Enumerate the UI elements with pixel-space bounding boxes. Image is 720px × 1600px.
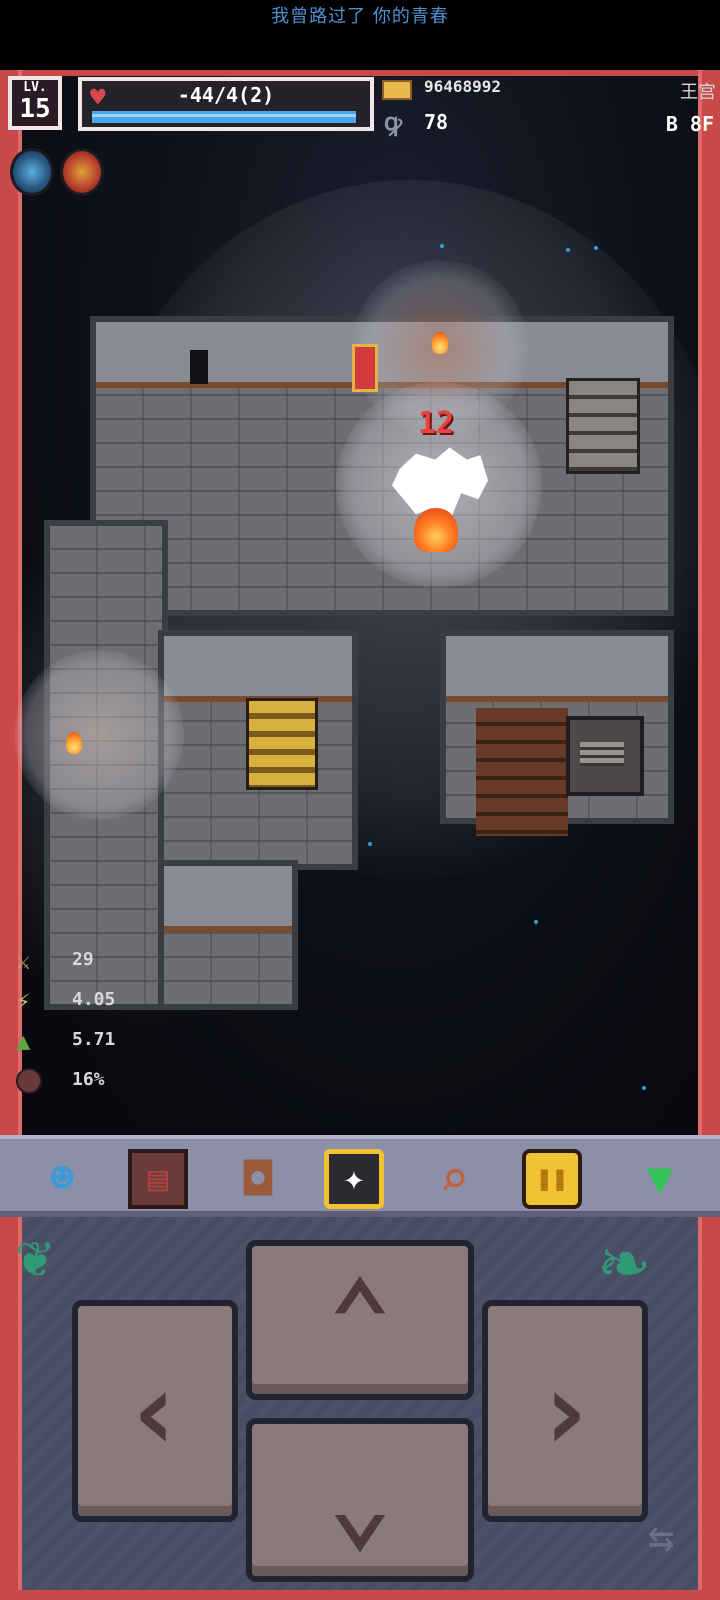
bookshelf [246,698,318,790]
hp-bar: ♥ -44/4(2) [78,77,374,131]
fire-shield-buff-icon[interactable] [60,148,104,196]
move-right-button[interactable]: › [482,1300,648,1522]
sparkle [534,920,538,924]
frame-bottom [0,1590,720,1600]
vine-decoration-right: ❧ [600,1213,649,1306]
level-badge[interactable]: LV. 15 [8,76,62,130]
damage-number: 12 [418,406,455,441]
red-banner-decoration [352,344,378,392]
bag-button[interactable]: ◘ [228,1149,288,1209]
sparkle [594,246,598,250]
orb-icon [16,1068,42,1094]
closed-chest[interactable] [566,716,644,796]
key-icon: ꝙ [384,108,403,136]
journal-button[interactable]: ▤ [128,1149,188,1209]
hp-bar-fill [92,111,356,123]
key-count: 78 [424,110,449,134]
hp-bar-track [92,111,356,123]
sparkle [368,842,372,846]
torch-top [428,332,452,362]
sparkle [642,1086,646,1090]
sparkle [440,244,444,248]
doorway [190,350,208,384]
crit-icon: ⚡ [16,987,31,1015]
game-viewport[interactable] [0,70,720,1135]
frame-top [0,70,720,76]
character-button[interactable]: ☻ [32,1149,92,1209]
level-label: LV. [23,80,47,95]
player-fire-effect [414,508,458,552]
wall-torch-glow [14,650,184,820]
room-lower-left [158,860,298,1010]
sparkle [566,248,570,252]
boot-icon: ▲ [16,1027,31,1055]
hp-bar-highlight [92,114,356,117]
floor-indicator: B 8F [665,112,714,136]
collapse-button[interactable]: ▼ [622,1149,698,1209]
wooden-crates [476,708,568,836]
stairs-icon[interactable] [566,378,640,474]
pause-button[interactable]: ❚❚ [522,1149,582,1209]
location-name: 王宫 [680,82,716,103]
toolbar: ☻ ▤ ◘ ✦ ⌕ ❚❚ ▼ [0,1135,720,1217]
blue-orb-buff-icon[interactable] [10,148,54,196]
level-value: 15 [19,94,51,124]
vine-decoration-left: ❦ [16,1221,53,1291]
torch-left [64,732,88,762]
swap-icon[interactable]: ⇆ [648,1516,675,1560]
move-up-button[interactable]: ⌃ [246,1240,474,1400]
search-button[interactable]: ⌕ [424,1149,484,1209]
frame-left [0,70,22,1600]
gold-icon [382,80,412,100]
crossed-swords-icon: ⚔ [16,947,31,975]
move-left-button[interactable]: ‹ [72,1300,238,1522]
hp-text: -44/4(2) [177,83,275,107]
top-banner: 我曾路过了 你的青春 [0,0,720,70]
gold-value: 96468992 [424,77,502,96]
target-button[interactable]: ✦ [324,1149,384,1209]
banner-text: 我曾路过了 你的青春 [271,6,449,27]
frame-right [698,70,720,1600]
move-down-button[interactable]: ⌄ [246,1418,474,1582]
